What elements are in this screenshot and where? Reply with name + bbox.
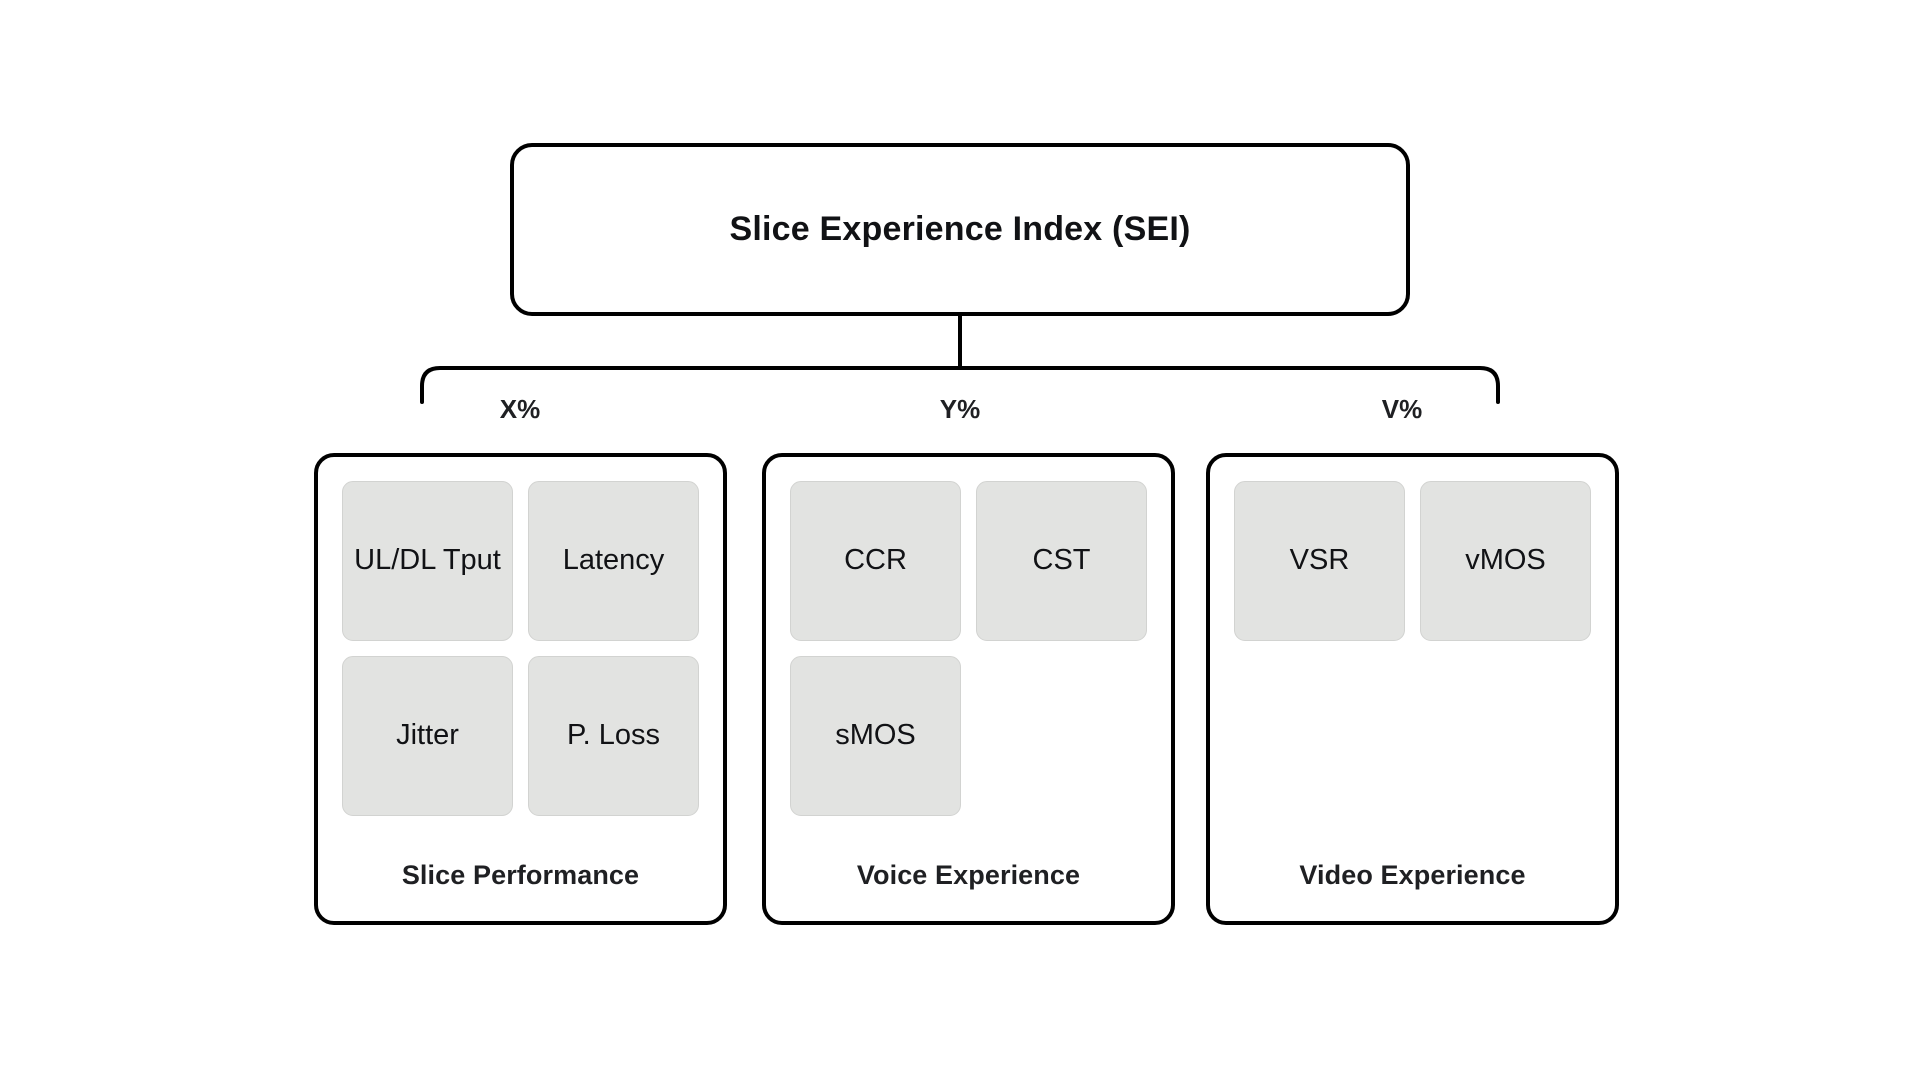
root-node-sei: Slice Experience Index (SEI) [510,143,1410,316]
metric-tile: CCR [790,481,961,641]
category-panel-voice-experience: CCR CST sMOS Voice Experience [762,453,1175,925]
metric-tile: VSR [1234,481,1405,641]
metric-tile: vMOS [1420,481,1591,641]
metric-tile: Jitter [342,656,513,816]
root-node-title: Slice Experience Index (SEI) [729,210,1191,248]
metric-tile: UL/DL Tput [342,481,513,641]
category-panel-slice-performance: UL/DL Tput Latency Jitter P. Loss Slice … [314,453,727,925]
category-panel-title: Slice Performance [401,860,640,890]
metric-tile: sMOS [790,656,961,816]
metric-tile: Latency [528,481,699,641]
metric-tile-grid: CCR CST sMOS [766,457,1171,816]
metric-tile-empty [1234,656,1405,816]
metric-tile-empty [1420,656,1591,816]
diagram-canvas: Slice Experience Index (SEI) X% Y% V% UL… [0,0,1920,1080]
metric-tile: P. Loss [528,656,699,816]
category-panel-title: Video Experience [1299,860,1526,890]
weight-label-slice-performance: X% [499,394,541,424]
metric-tile: CST [976,481,1147,641]
metric-tile-grid: VSR vMOS [1210,457,1615,816]
weight-label-video-experience: V% [1381,394,1423,424]
metric-tile-empty [976,656,1147,816]
category-panel-title: Voice Experience [856,860,1081,890]
category-panel-video-experience: VSR vMOS Video Experience [1206,453,1619,925]
weight-label-voice-experience: Y% [939,394,981,424]
metric-tile-grid: UL/DL Tput Latency Jitter P. Loss [318,457,723,816]
